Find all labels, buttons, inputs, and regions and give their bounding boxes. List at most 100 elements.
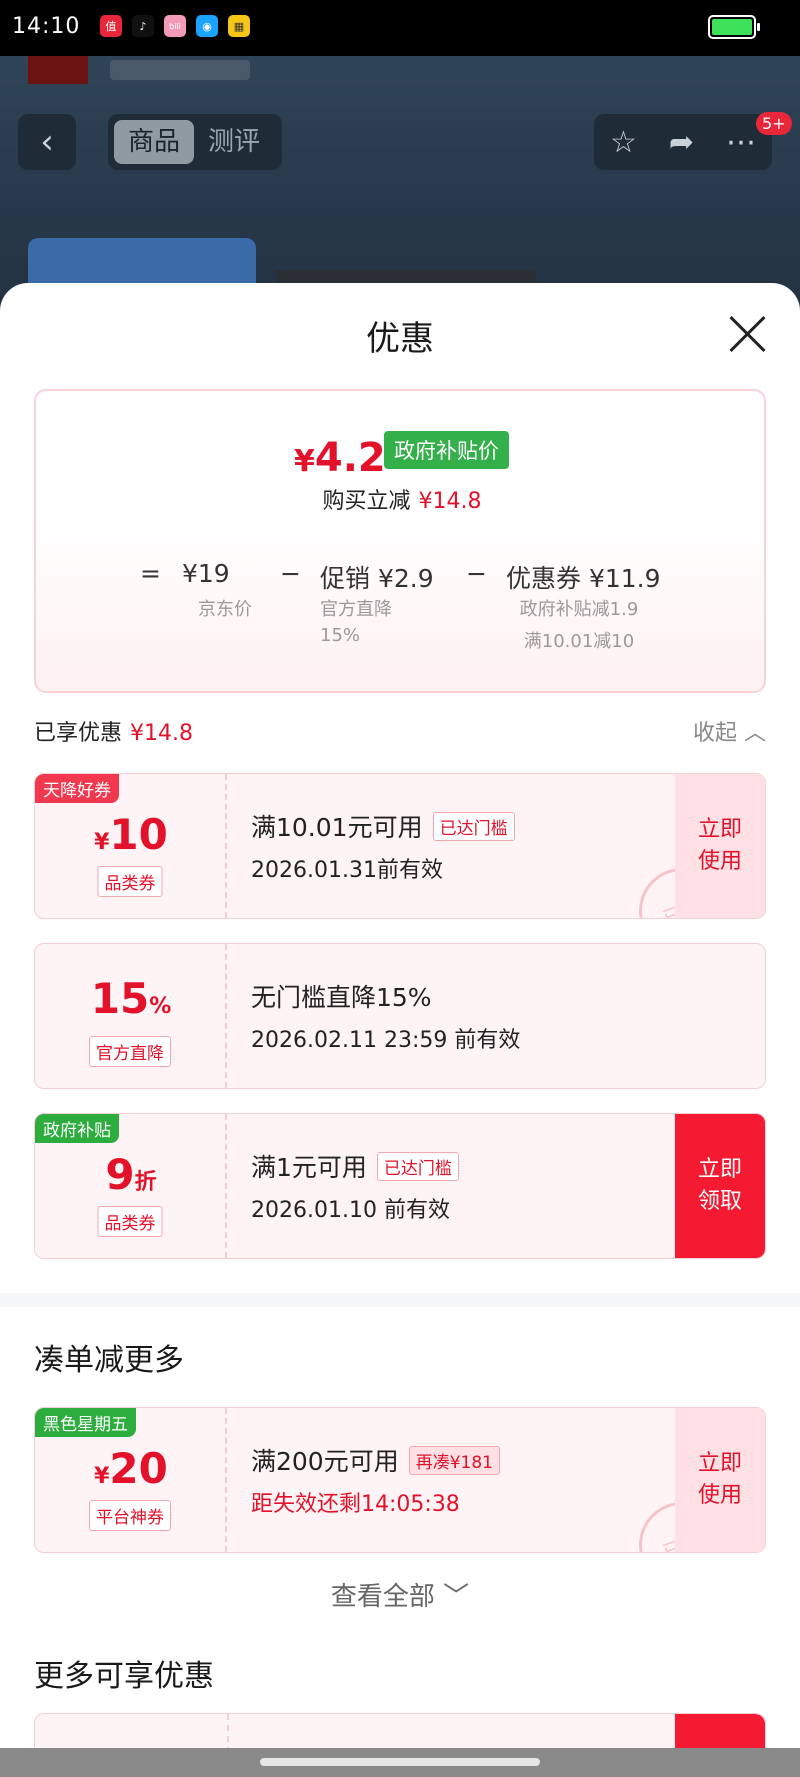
enjoyed-value: ¥14.8 xyxy=(130,721,193,746)
action-line1: 立即 xyxy=(697,1157,742,1182)
final-price: ¥4.2 xyxy=(294,435,386,481)
brand-logo-text xyxy=(110,60,250,80)
brand-logo xyxy=(28,56,88,84)
coupon-value-suffix: % xyxy=(149,994,172,1019)
coupon-left: 黑色星期五 ¥20 平台神券 xyxy=(35,1408,227,1552)
coupon-expiry: 2026.01.31前有效 xyxy=(251,858,443,883)
coupon-condition-text: 满1元可用 xyxy=(251,1153,367,1182)
final-price-currency: ¥ xyxy=(294,444,315,479)
tab-review[interactable]: 测评 xyxy=(194,120,274,164)
home-indicator[interactable] xyxy=(260,1758,540,1766)
card-app-icon: ▦ xyxy=(228,15,250,37)
coupon-value: 9折 xyxy=(35,1150,227,1199)
qq-app-icon: ◉ xyxy=(196,15,218,37)
coupon-info: 无门槛直降15% 2026.02.11 23:59 前有效 xyxy=(251,978,520,1054)
coupon-value-suffix: 折 xyxy=(134,1170,157,1195)
tiktok-app-icon: ♪ xyxy=(132,15,154,37)
background-product-page: ‹ 商品 测评 ☆ ➦ ⋯ 5+ xyxy=(0,56,800,320)
promo-sub-line2: 15% xyxy=(320,625,361,646)
add-more-chip: 再凑¥181 xyxy=(408,1445,500,1475)
coupon-condition-text: 满10.01元可用 xyxy=(251,813,423,842)
equals-sign: = xyxy=(140,559,161,588)
battery-icon xyxy=(708,15,760,39)
instant-discount-label: 购买立减 xyxy=(322,489,411,514)
price-summary-card: ¥4.2 政府补贴价 购买立减 ¥14.8 = ¥19 − 促销 ¥2.9 − 优… xyxy=(34,389,766,693)
chevron-down-icon: ﹀ xyxy=(443,1582,470,1612)
enjoyed-discount-row: 已享优惠 ¥14.8 收起 ︿ xyxy=(34,715,766,747)
gov-subsidy-price-tag: 政府补贴价 xyxy=(384,431,509,469)
coupon-condition-text: 无门槛直降15% xyxy=(251,983,432,1012)
status-app-icons: 值 ♪ bili ◉ ▦ xyxy=(100,15,250,37)
final-price-value: 4.2 xyxy=(314,435,386,481)
back-button[interactable]: ‹ xyxy=(18,114,76,170)
chevron-left-icon: ‹ xyxy=(40,122,54,162)
star-icon[interactable]: ☆ xyxy=(610,125,637,160)
coupon-value-number: 9 xyxy=(105,1150,135,1199)
bilibili-app-icon: bili xyxy=(164,15,186,37)
action-line2: 领取 xyxy=(697,1189,742,1214)
coupon-info: 满200元可用 再凑¥181 距失效还剩14:05:38 xyxy=(251,1442,500,1518)
coupon-value-number: 20 xyxy=(109,1444,168,1493)
coupon-value: ¥20 xyxy=(35,1444,227,1493)
coupon-card: 政府补贴 9折 品类券 满1元可用 已达门槛 2026.01.10 前有效 立即领… xyxy=(34,1113,766,1259)
coupon-expiry: 2026.02.11 23:59 前有效 xyxy=(251,1028,521,1053)
coupon-condition: 满10.01元可用 已达门槛 xyxy=(251,808,515,844)
top-right-tools: ☆ ➦ ⋯ xyxy=(594,114,772,170)
minus-sign: − xyxy=(280,559,301,588)
jd-price-label: 京东价 xyxy=(198,599,252,620)
coupon-kind: 平台神券 xyxy=(89,1500,171,1531)
action-line1: 立即 xyxy=(697,1451,742,1476)
coupon-card: 15% 官方直降 无门槛直降15% 2026.02.11 23:59 前有效 xyxy=(34,943,766,1089)
extra-discount-title: 更多可享优惠 xyxy=(34,1659,214,1694)
use-now-button[interactable]: 立即 使用 xyxy=(675,774,765,918)
coupon-corner-tag: 黑色星期五 xyxy=(35,1408,136,1437)
coupon-sub-line2: 满10.01减10 xyxy=(523,631,635,652)
collapse-button[interactable]: 收起 ︿ xyxy=(693,715,766,747)
product-tabs: 商品 测评 xyxy=(108,114,282,170)
discount-sheet: 优惠 ¥4.2 政府补贴价 购买立减 ¥14.8 = ¥19 − 促销 ¥2.9 … xyxy=(0,283,800,1777)
coupon-condition: 无门槛直降15% xyxy=(251,978,520,1014)
coupon-left: 政府补贴 9折 品类券 xyxy=(35,1114,227,1258)
promo-amount: 促销 ¥2.9 xyxy=(320,564,434,593)
view-all-label: 查看全部 xyxy=(330,1582,435,1612)
coupon-sub-label: 政府补贴减1.9 满10.01减10 xyxy=(504,597,654,655)
coupon-value-prefix: ¥ xyxy=(94,830,110,855)
coupon-left: 15% 官方直降 xyxy=(35,944,227,1088)
instant-discount-value: ¥14.8 xyxy=(418,489,482,514)
coupon-value: 15% xyxy=(35,974,227,1023)
more-icon[interactable]: ⋯ xyxy=(726,125,756,160)
system-nav-bar xyxy=(0,1748,800,1777)
close-icon[interactable] xyxy=(726,313,768,355)
section-divider xyxy=(0,1293,800,1307)
zhidemai-app-icon: 值 xyxy=(100,15,122,37)
collapse-label: 收起 xyxy=(692,721,737,746)
minus-sign: − xyxy=(466,559,487,588)
coupon-expiry: 2026.01.10 前有效 xyxy=(251,1198,450,1223)
coupon-amount: 优惠券 ¥11.9 xyxy=(506,564,661,593)
chevron-up-icon: ︿ xyxy=(743,721,766,746)
action-line2: 使用 xyxy=(697,849,742,874)
coupon-card-partial xyxy=(34,1713,766,1753)
coupon-value: ¥10 xyxy=(35,810,227,859)
coupon-value-prefix: ¥ xyxy=(94,1464,110,1489)
share-icon[interactable]: ➦ xyxy=(669,125,694,160)
status-time: 14:10 xyxy=(12,14,81,39)
more-discount-title: 凑单减更多 xyxy=(34,1343,184,1378)
coupon-countdown: 距失效还剩14:05:38 xyxy=(251,1492,460,1517)
coupon-sub-line1: 政府补贴减1.9 xyxy=(519,599,639,620)
claim-now-button[interactable]: 立即 领取 xyxy=(675,1114,765,1258)
coupon-value-number: 10 xyxy=(109,810,168,859)
coupon-condition: 满1元可用 已达门槛 xyxy=(251,1148,459,1184)
promo-sub-line1: 官方直降 xyxy=(320,599,392,620)
threshold-reached-chip: 已达门槛 xyxy=(376,1151,459,1181)
enjoyed-label: 已享优惠 xyxy=(34,721,123,746)
coupon-condition: 满200元可用 再凑¥181 xyxy=(251,1442,500,1478)
use-now-button[interactable]: 立即 使用 xyxy=(675,1408,765,1552)
jd-price: ¥19 xyxy=(182,559,230,588)
coupon-corner-tag: 政府补贴 xyxy=(35,1114,119,1143)
view-all-button[interactable]: 查看全部 ﹀ xyxy=(0,1576,800,1613)
coupon-kind: 品类券 xyxy=(97,1206,163,1237)
tab-product[interactable]: 商品 xyxy=(114,120,195,164)
status-bar: 14:10 值 ♪ bili ◉ ▦ xyxy=(0,0,800,56)
message-count-badge: 5+ xyxy=(756,112,792,135)
